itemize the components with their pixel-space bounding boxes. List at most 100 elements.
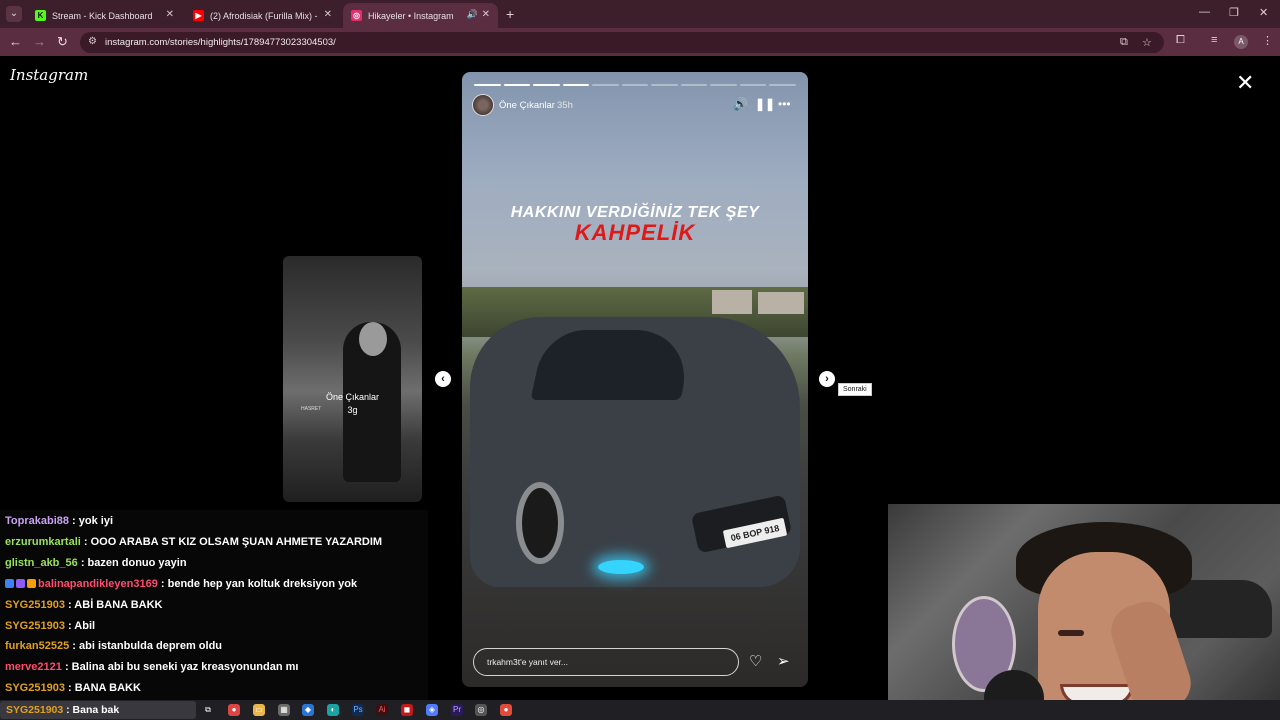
streamer-eye (1058, 630, 1084, 636)
chat-username[interactable]: erzurumkartali (5, 536, 81, 548)
story-time: 35h (557, 100, 573, 111)
close-icon[interactable]: ✕ (324, 9, 332, 20)
chat-username[interactable]: merve2121 (5, 661, 62, 673)
reload-icon[interactable]: ↻ (57, 34, 68, 50)
youtube-icon: ▶ (193, 10, 204, 21)
kick-icon: K (35, 10, 46, 21)
chat-text: : abi istanbulda deprem oldu (69, 640, 223, 653)
taskbar-search-content: SYG251903 : Bana bak (6, 704, 119, 716)
story-progress-segment (710, 84, 737, 86)
story-headline-red: KAHPELİK (574, 220, 696, 245)
story-avatar[interactable] (472, 94, 494, 116)
story-person-head (359, 322, 387, 356)
restore-icon[interactable]: ❐ (1229, 6, 1239, 19)
chat-username[interactable]: glistn_akb_56 (5, 557, 78, 569)
pause-icon[interactable]: ❚❚ (755, 97, 775, 111)
omnibox[interactable]: ⚙ instagram.com/stories/highlights/17894… (80, 32, 1164, 53)
close-story-icon[interactable]: ✕ (1236, 70, 1254, 96)
heart-icon[interactable]: ♡ (749, 652, 762, 670)
story-progress-segment (562, 84, 590, 86)
new-tab-button[interactable]: + (506, 6, 514, 22)
send-icon[interactable]: ➢ (777, 652, 790, 670)
reply-placeholder: trkahm3t'e yanıt ver... (487, 657, 568, 667)
chat-message: merve2121 : Balina abi bu seneki yaz kre… (5, 661, 298, 673)
tab-search-button[interactable]: ⌄ (6, 6, 22, 22)
tab-instagram[interactable]: ◎ Hikayeler • Instagram 🔊 ✕ (343, 3, 498, 28)
chat-username[interactable]: furkan52525 (5, 640, 69, 652)
chat-username[interactable]: SYG251903 (5, 620, 65, 632)
more-options-icon[interactable]: ••• (778, 97, 791, 111)
close-icon[interactable]: ✕ (166, 9, 174, 20)
premiere-icon[interactable]: Pr (451, 704, 463, 716)
chat-message: SYG251903 : BANA BAKK (5, 682, 141, 694)
app-icon[interactable]: ◼ (401, 704, 413, 716)
tab-label: Hikayeler • Instagram (368, 10, 454, 21)
menu-icon[interactable]: ⋮ (1262, 34, 1273, 47)
previous-story-arrow-icon[interactable]: ‹ (435, 371, 451, 387)
car-wheel (516, 482, 564, 564)
url-text: instagram.com/stories/highlights/1789477… (105, 37, 336, 48)
close-icon[interactable]: ✕ (482, 9, 490, 20)
profile-avatar[interactable]: A (1234, 35, 1248, 49)
chat-text: : OOO ARABA ST KIZ OLSAM ŞUAN AHMETE YAZ… (80, 535, 383, 548)
chat-badges (5, 578, 38, 590)
forward-icon[interactable]: → (33, 34, 46, 49)
taskbar-search-box[interactable]: SYG251903 : Bana bak (0, 701, 196, 719)
chat-username[interactable]: balinapandikleyen3169 (38, 578, 158, 590)
tab-label: (2) Afrodisiak (Furilla Mix) - Fur (210, 10, 318, 21)
app-icon[interactable]: ◆ (302, 704, 314, 716)
chrome-icon[interactable]: ● (228, 704, 240, 716)
tab-strip: ⌄ K Stream - Kick Dashboard ✕ ▶ (2) Afro… (0, 0, 1280, 28)
extensions-icon[interactable]: ⧠ (1176, 34, 1185, 47)
chat-username[interactable]: SYG251903 (5, 682, 65, 694)
story-progress-segment (739, 84, 767, 86)
chat-text: : yok iyi (69, 515, 114, 527)
previous-story-card[interactable]: HASRET Öne Çıkanlar 3g (283, 256, 422, 502)
task-view-icon[interactable]: ⧉ (202, 704, 214, 716)
chat-message: erzurumkartali : OOO ARABA ST KIZ OLSAM … (5, 536, 382, 548)
prev-story-title: Öne Çıkanlar (325, 392, 380, 402)
site-info-icon[interactable]: ⚙ (88, 36, 97, 47)
instagram-logo[interactable]: Instagram (10, 66, 88, 84)
chat-message: SYG251903 : ABİ BANA BAKK (5, 599, 163, 611)
edge-icon[interactable]: ◐ (327, 704, 339, 716)
next-tooltip: Sonraki (838, 383, 872, 396)
story-progress-segment (621, 84, 649, 86)
calculator-icon[interactable]: ▦ (278, 704, 290, 716)
bookmark-star-icon[interactable]: ☆ (1142, 36, 1152, 49)
chat-username[interactable]: SYG251903 (5, 599, 65, 611)
next-story-arrow-icon[interactable]: › (819, 371, 835, 387)
chat-text: : bazen donuo yayin (77, 556, 187, 569)
background-building (712, 290, 752, 314)
back-icon[interactable]: ← (9, 34, 22, 49)
file-explorer-icon[interactable]: ▭ (253, 704, 265, 716)
instagram-icon: ◎ (351, 10, 362, 21)
tab-youtube[interactable]: ▶ (2) Afrodisiak (Furilla Mix) - Fur ✕ (185, 3, 340, 28)
reading-list-icon[interactable]: ≡ (1211, 34, 1217, 46)
story-viewer[interactable]: Öne Çıkanlar 35h 🔊 ❚❚ ••• HAKKINI VERDİĞ… (462, 72, 808, 687)
speaker-icon[interactable]: 🔊 (467, 9, 478, 20)
chat-message: Toprakabi88 : yok iyi (5, 515, 113, 527)
story-progress-segment (474, 84, 501, 86)
app-icon[interactable]: ◎ (475, 704, 487, 716)
photoshop-icon[interactable]: Ps (352, 704, 364, 716)
install-app-icon[interactable]: ⧉ (1120, 36, 1128, 49)
chat-message: glistn_akb_56 : bazen donuo yayin (5, 557, 187, 569)
chat-text: : ABİ BANA BAKK (64, 598, 163, 611)
reply-input[interactable]: trkahm3t'e yanıt ver... (473, 648, 739, 676)
story-username[interactable]: Öne Çıkanlar (499, 100, 555, 111)
taskbar-search-name: SYG251903 (6, 704, 64, 716)
acrobat-icon[interactable]: Ai (376, 704, 388, 716)
chat-username[interactable]: Toprakabi88 (5, 515, 69, 527)
story-progress-segment (533, 84, 560, 86)
tab-kick-dashboard[interactable]: K Stream - Kick Dashboard ✕ (27, 3, 182, 28)
chrome-active-icon[interactable]: ● (500, 704, 512, 716)
app-icon[interactable]: ◈ (426, 704, 438, 716)
chat-message: SYG251903 : Abil (5, 620, 95, 632)
window-close-icon[interactable]: ✕ (1259, 6, 1268, 19)
chat-text: : Balina abi bu seneki yaz kreasyonundan… (61, 661, 299, 674)
story-progress-segment (769, 84, 796, 86)
minimize-icon[interactable]: — (1199, 6, 1210, 18)
story-progress-segment (503, 84, 531, 86)
volume-icon[interactable]: 🔊 (733, 97, 748, 111)
